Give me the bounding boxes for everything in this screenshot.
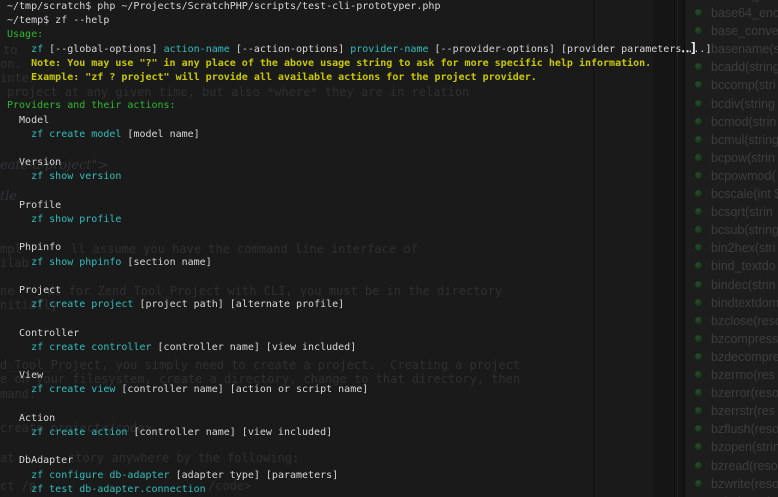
terminal-line: ~/temp$ zf --help	[7, 15, 109, 27]
terminal-text-segment: Model	[7, 115, 49, 126]
terminal-text-segment	[7, 384, 31, 395]
terminal-text-segment: View	[7, 370, 43, 381]
terminal-line: Project	[7, 285, 61, 297]
terminal-text-segment: [--global-options]	[43, 44, 163, 55]
terminal-line: Action	[7, 413, 55, 425]
terminal-text-segment: zf create action	[31, 427, 127, 438]
terminal-text-segment: ~/tmp/scratch$ php ~/Projects/ScratchPHP…	[7, 1, 440, 12]
terminal-text-segment: Example: "zf ? project" will provide all…	[7, 72, 537, 83]
terminal-line: Providers and their actions:	[7, 100, 176, 112]
terminal-text-segment: zf create model	[31, 129, 121, 140]
terminal-line: zf [--global-options] action-name [--act…	[7, 44, 711, 56]
terminal-line: zf show phpinfo [section name]	[7, 257, 212, 269]
terminal-text-segment	[7, 257, 31, 268]
terminal-text-segment: Profile	[7, 200, 61, 211]
terminal-line: zf create model [model name]	[7, 129, 200, 141]
terminal-text-segment: [controller name] [action or script name…	[115, 384, 368, 395]
terminal-text-segment: zf test db-adapter.connection	[31, 484, 206, 495]
terminal-line: Version	[7, 157, 61, 169]
terminal-line: zf show profile	[7, 214, 121, 226]
terminal-text-segment: provider-name	[350, 44, 428, 55]
terminal-text-segment: DbAdapter	[7, 455, 73, 466]
terminal-line: zf configure db-adapter [adapter type] […	[7, 470, 338, 482]
terminal-line: Controller	[7, 328, 79, 340]
terminal-text-segment: Providers and their actions:	[7, 100, 176, 111]
terminal-text-segment: [project path] [alternate profile]	[133, 299, 344, 310]
terminal-line: zf create view [controller name] [action…	[7, 384, 368, 396]
terminal-text-segment: action-name	[164, 44, 230, 55]
terminal-text-segment: [--action-options]	[230, 44, 350, 55]
terminal-text-segment: zf configure db-adapter	[31, 470, 169, 481]
terminal-window[interactable]: ~/tmp/scratch$ php ~/Projects/ScratchPHP…	[0, 0, 778, 497]
terminal-text-segment: [model name]	[121, 129, 199, 140]
terminal-text-segment: Note: You may use "?" in any place of th…	[7, 58, 651, 69]
terminal-text-segment	[7, 342, 31, 353]
terminal-text-segment: [section name]	[121, 257, 211, 268]
terminal-line: zf create project [project path] [altern…	[7, 299, 344, 311]
terminal-text-segment	[7, 470, 31, 481]
terminal-line: DbAdapter	[7, 455, 73, 467]
terminal-text-segment: Controller	[7, 328, 79, 339]
terminal-line: Example: "zf ? project" will provide all…	[7, 72, 537, 84]
terminal-line: Phpinfo	[7, 242, 61, 254]
terminal-text-segment	[7, 44, 31, 55]
terminal-text-segment: Version	[7, 157, 61, 168]
terminal-text-segment: [--provider-options] [provider parameter…	[429, 44, 712, 55]
terminal-text-segment	[7, 484, 31, 495]
terminal-line: Model	[7, 115, 49, 127]
terminal-text-segment: zf create view	[31, 384, 115, 395]
terminal-text-segment: Phpinfo	[7, 242, 61, 253]
terminal-line: Note: You may use "?" in any place of th…	[7, 58, 651, 70]
terminal-line: zf create controller [controller name] […	[7, 342, 356, 354]
terminal-line: View	[7, 370, 43, 382]
terminal-line: ~/tmp/scratch$ php ~/Projects/ScratchPHP…	[7, 1, 440, 13]
terminal-text-segment	[7, 129, 31, 140]
terminal-line: Profile	[7, 200, 61, 212]
terminal-text-segment: zf show phpinfo	[31, 257, 121, 268]
terminal-text-segment: [adapter type] [parameters]	[170, 470, 339, 481]
terminal-text-segment	[7, 214, 31, 225]
terminal-text-segment: Action	[7, 413, 55, 424]
terminal-text-segment: Usage:	[7, 29, 43, 40]
terminal-line: zf test db-adapter.connection	[7, 484, 206, 496]
terminal-text-segment: ~/temp$ zf --help	[7, 15, 109, 26]
terminal-text-segment: zf create controller	[31, 342, 151, 353]
terminal-text-segment	[7, 171, 31, 182]
terminal-text-segment: zf	[31, 44, 43, 55]
terminal-text-segment: Project	[7, 285, 61, 296]
terminal-text-segment: zf create project	[31, 299, 133, 310]
terminal-line: zf show version	[7, 171, 121, 183]
terminal-line: Usage:	[7, 29, 43, 41]
terminal-text-segment	[7, 427, 31, 438]
terminal-text-segment	[7, 299, 31, 310]
terminal-text-segment: zf show profile	[31, 214, 121, 225]
desktop-screenshot: toon.interproject at any given time, but…	[0, 0, 778, 497]
terminal-text-segment: [controller name] [view included]	[152, 342, 357, 353]
terminal-text-segment: [controller name] [view included]	[127, 427, 332, 438]
terminal-text-segment: zf show version	[31, 171, 121, 182]
terminal-line: zf create action [controller name] [view…	[7, 427, 332, 439]
